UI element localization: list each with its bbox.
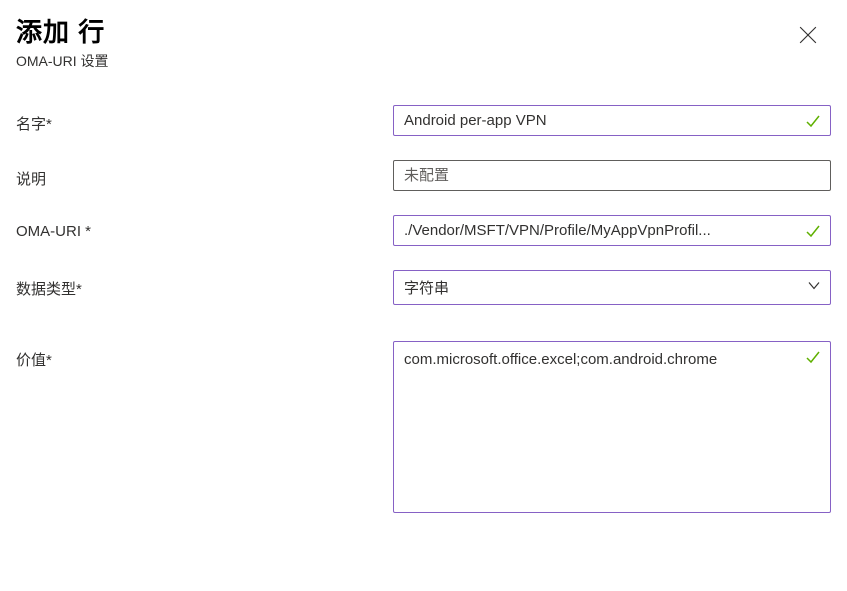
- field-description: 说明: [16, 160, 831, 191]
- value-textarea[interactable]: [393, 341, 831, 513]
- panel-subtitle: OMA-URI 设置: [16, 51, 831, 71]
- close-button[interactable]: [795, 22, 821, 51]
- description-input[interactable]: [393, 160, 831, 191]
- value-label: 价值*: [16, 341, 393, 370]
- field-name: 名字*: [16, 105, 831, 136]
- panel-header: 添加 行 OMA-URI 设置: [16, 12, 831, 71]
- field-datatype: 数据类型* 字符串: [16, 270, 831, 305]
- description-label: 说明: [16, 160, 393, 189]
- datatype-label: 数据类型*: [16, 270, 393, 299]
- panel-title: 添加 行: [16, 12, 831, 49]
- datatype-select[interactable]: 字符串: [393, 270, 831, 305]
- omauri-input[interactable]: [393, 215, 831, 246]
- field-omauri: OMA-URI *: [16, 215, 831, 246]
- name-input[interactable]: [393, 105, 831, 136]
- omauri-label: OMA-URI *: [16, 215, 393, 240]
- name-label: 名字*: [16, 105, 393, 134]
- close-icon: [799, 32, 817, 47]
- field-value: 价值*: [16, 341, 831, 518]
